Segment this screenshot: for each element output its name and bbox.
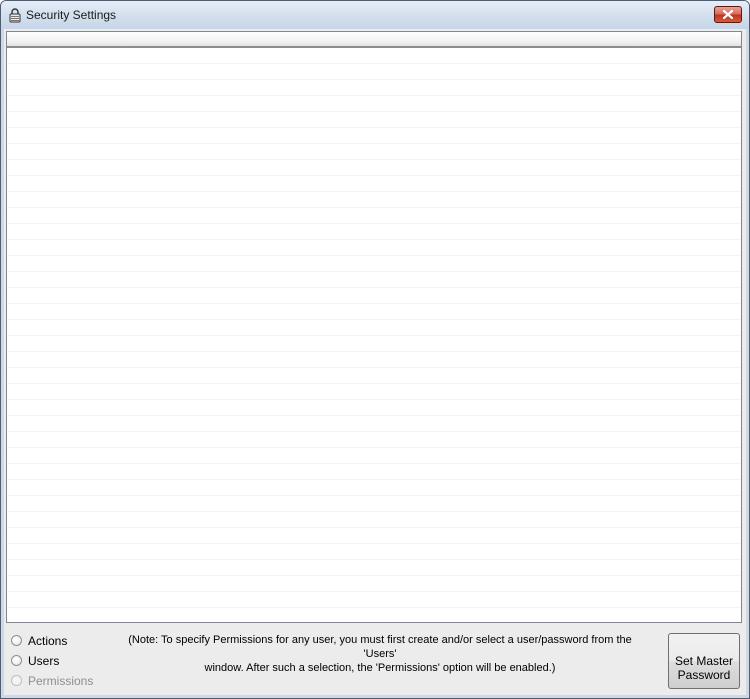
window-title: Security Settings <box>26 8 117 22</box>
master-button-line-1: Set Master <box>674 653 734 668</box>
actions-radio[interactable] <box>11 635 22 646</box>
close-button[interactable] <box>714 6 742 23</box>
permissions-note: (Note: To specify Permissions for any us… <box>112 633 648 675</box>
permissions-radio <box>11 675 22 686</box>
lock-icon <box>7 7 23 23</box>
security-settings-window: Security Settings Actions Users Permissi… <box>0 0 750 699</box>
users-radio[interactable] <box>11 655 22 666</box>
client-area: Actions Users Permissions (Note: To spec… <box>4 29 746 695</box>
list-header[interactable] <box>7 32 741 48</box>
title-bar[interactable]: Security Settings <box>1 1 749 29</box>
set-master-password-button[interactable]: Set Master Password <box>668 633 740 689</box>
users-label[interactable]: Users <box>28 654 59 668</box>
close-icon <box>723 10 733 19</box>
list-body[interactable] <box>7 48 741 622</box>
note-line-2: window. After such a selection, the 'Per… <box>204 662 556 674</box>
note-line-1: (Note: To specify Permissions for any us… <box>128 634 632 660</box>
permissions-label: Permissions <box>28 674 94 688</box>
master-button-line-2: Password <box>677 667 731 682</box>
actions-label[interactable]: Actions <box>28 634 67 648</box>
settings-list[interactable] <box>6 31 742 623</box>
